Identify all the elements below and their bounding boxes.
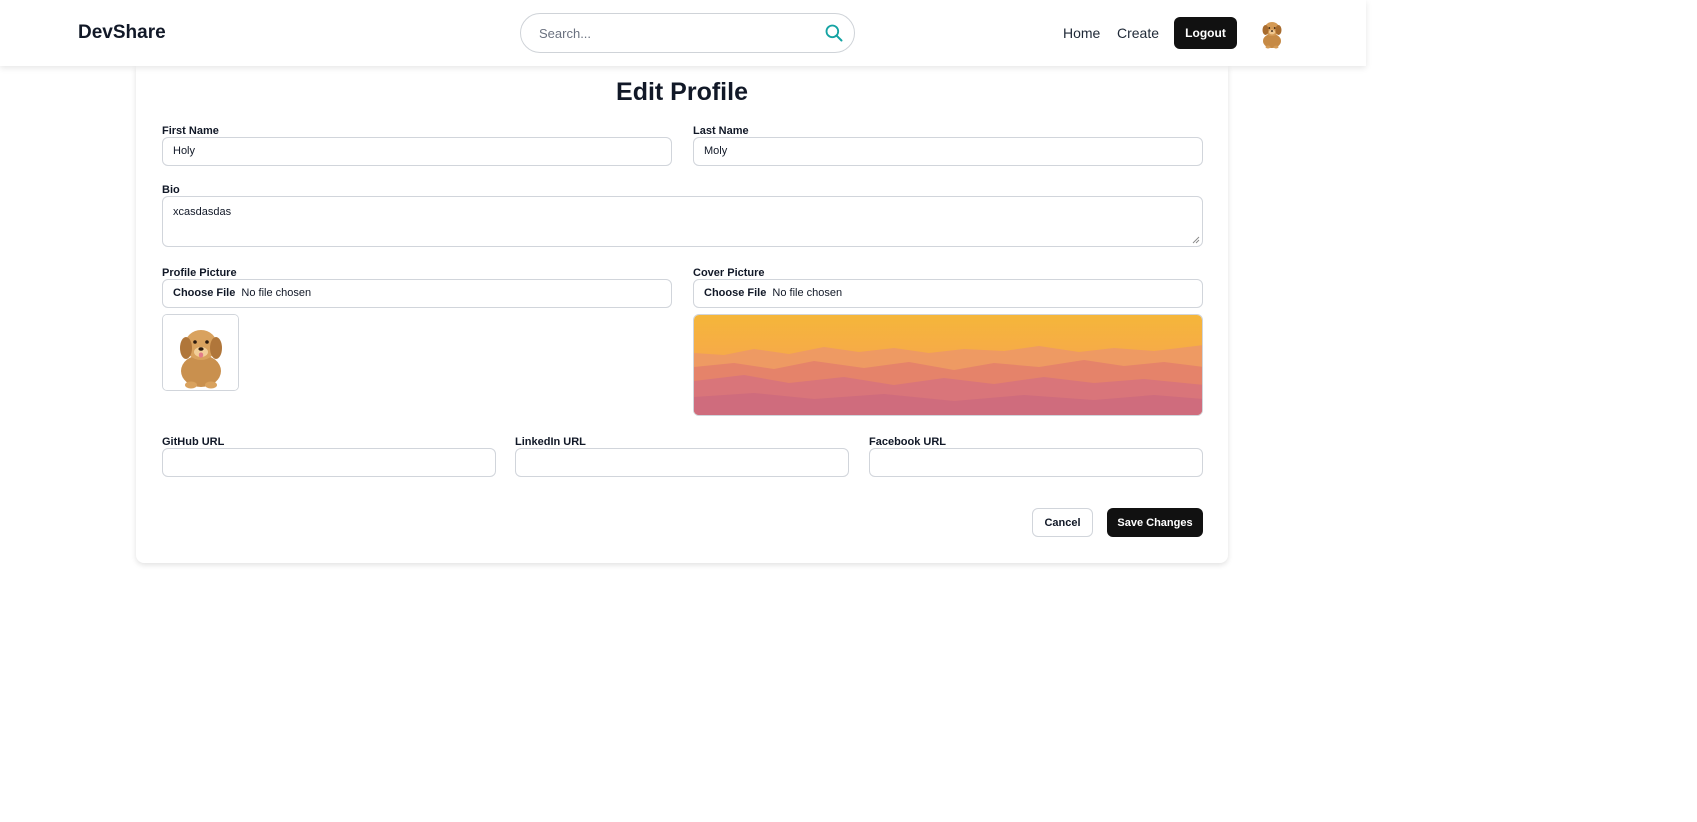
search-bar[interactable] (520, 13, 855, 53)
profile-picture-label: Profile Picture (162, 267, 237, 279)
page-title: Edit Profile (616, 78, 748, 106)
facebook-url-label: Facebook URL (869, 436, 947, 448)
linkedin-url-field[interactable] (515, 448, 849, 477)
profile-file-status: No file chosen (241, 287, 312, 299)
last-name-field[interactable]: Moly (693, 137, 1203, 166)
nav-create-link[interactable]: Create (1117, 25, 1159, 41)
mountain-sunset-image (694, 315, 1202, 415)
first-name-field[interactable]: Holy (162, 137, 672, 166)
cover-choose-file-button[interactable]: Choose File (704, 287, 766, 299)
cancel-button[interactable]: Cancel (1032, 508, 1093, 537)
profile-picture-file-input[interactable]: Choose File No file chosen (162, 279, 672, 308)
profile-picture-preview (162, 314, 239, 391)
resize-handle-icon[interactable] (1192, 236, 1200, 244)
profile-choose-file-button[interactable]: Choose File (173, 287, 235, 299)
facebook-url-field[interactable] (869, 448, 1203, 477)
cover-picture-file-input[interactable]: Choose File No file chosen (693, 279, 1203, 308)
top-navbar: DevShare Home Create Logout (0, 0, 1366, 66)
search-icon[interactable] (824, 23, 844, 43)
search-input[interactable] (537, 14, 807, 52)
cover-picture-preview (693, 314, 1203, 416)
bio-textarea[interactable]: xcasdasdas (162, 196, 1203, 247)
save-changes-button[interactable]: Save Changes (1107, 508, 1203, 537)
github-url-field[interactable] (162, 448, 496, 477)
logout-button[interactable]: Logout (1174, 17, 1237, 49)
edit-profile-card: Edit Profile First Name Holy Last Name M… (136, 66, 1228, 563)
linkedin-url-label: LinkedIn URL (515, 436, 586, 448)
dog-avatar-icon[interactable] (1257, 17, 1287, 49)
cover-file-status: No file chosen (772, 287, 843, 299)
first-name-value: Holy (173, 145, 196, 157)
brand-logo[interactable]: DevShare (78, 22, 166, 44)
bio-label: Bio (162, 184, 180, 196)
first-name-label: First Name (162, 125, 219, 137)
bio-value: xcasdasdas (173, 206, 232, 218)
nav-home-link[interactable]: Home (1063, 25, 1100, 41)
github-url-label: GitHub URL (162, 436, 225, 448)
puppy-image (163, 315, 238, 390)
cover-picture-label: Cover Picture (693, 267, 765, 279)
last-name-label: Last Name (693, 125, 749, 137)
last-name-value: Moly (704, 145, 728, 157)
